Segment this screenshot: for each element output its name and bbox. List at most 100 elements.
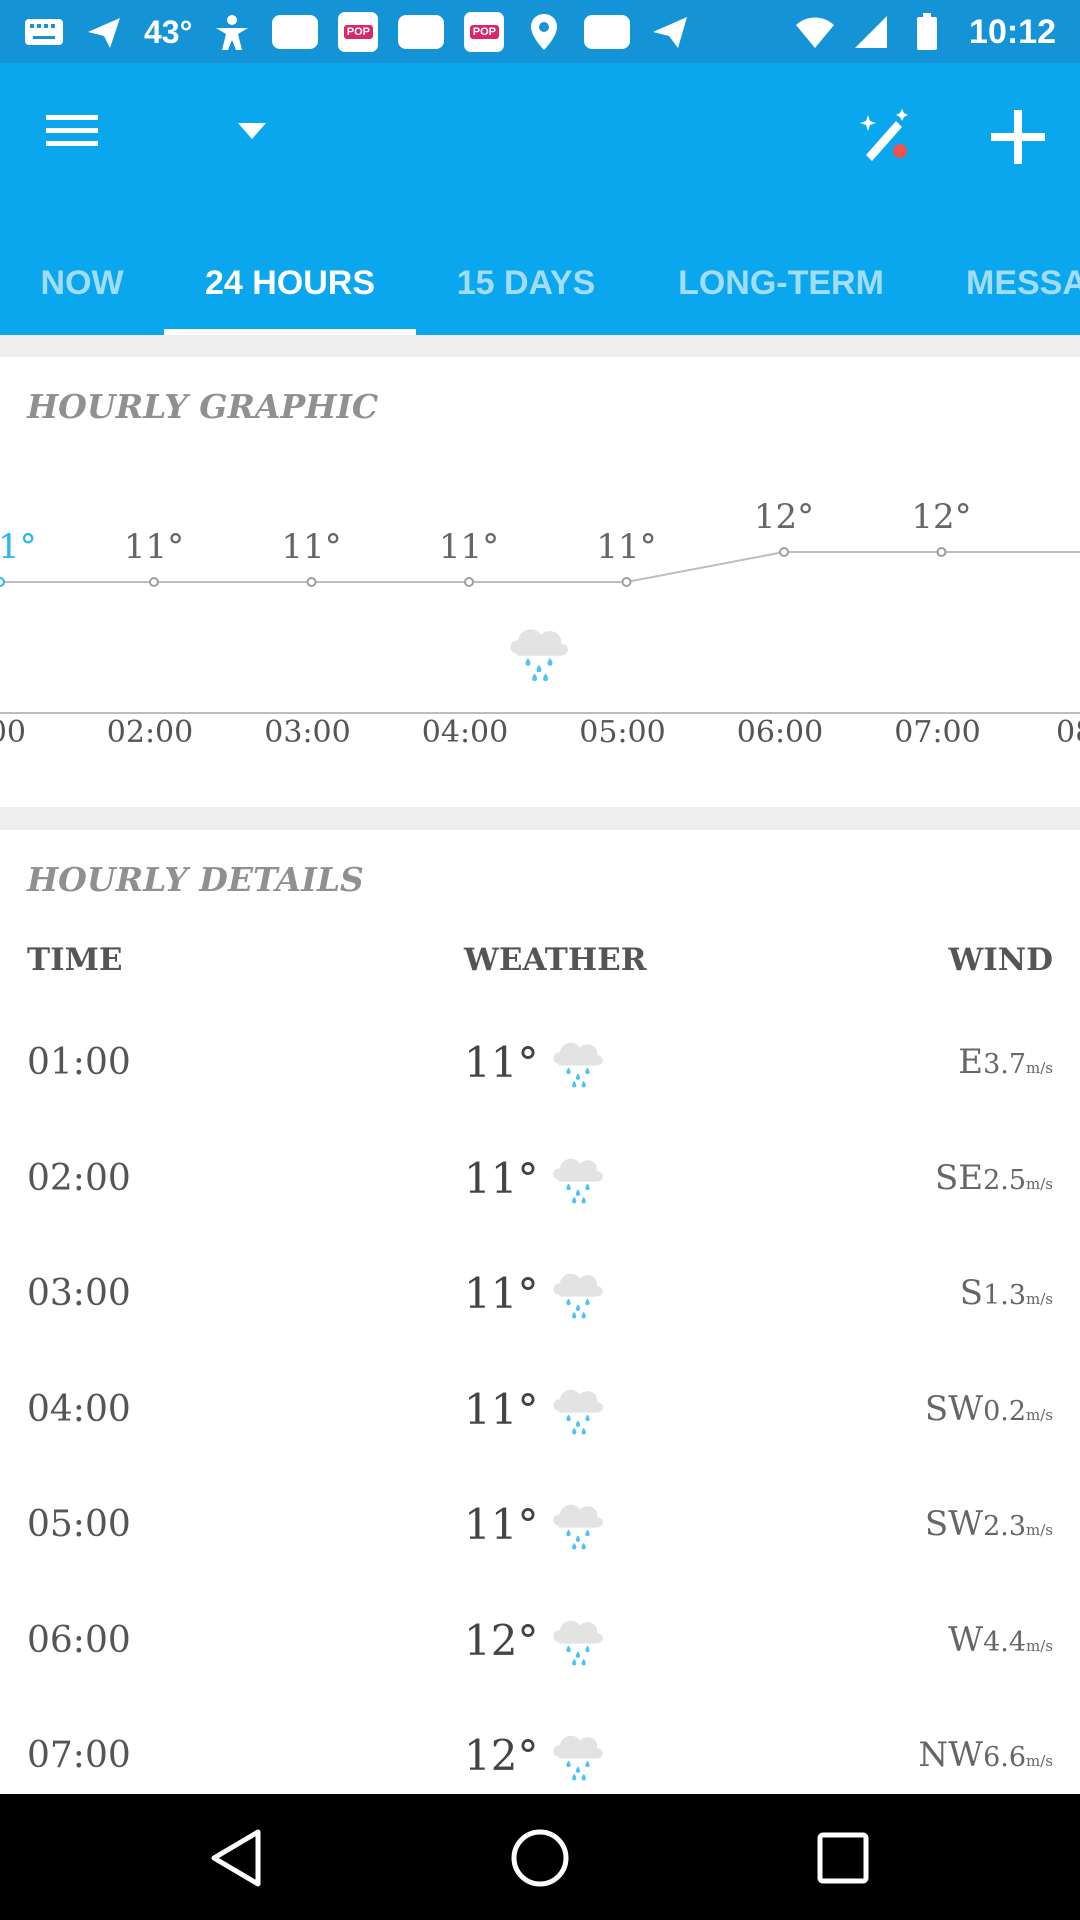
popcorn-app-icon: POP bbox=[338, 12, 379, 52]
recents-square-icon bbox=[817, 1832, 869, 1884]
keyboard-icon bbox=[24, 12, 64, 52]
row-wind: SE2.5m/s bbox=[935, 1158, 1053, 1198]
tab-messages[interactable]: MESSA bbox=[926, 231, 1080, 335]
rain-cloud-icon-wrapper bbox=[553, 1620, 603, 1665]
rain-cloud-icon-wrapper bbox=[553, 1735, 603, 1781]
row-time: 05:00 bbox=[27, 1504, 131, 1545]
tab-bar: NOW 24 HOURS 15 DAYS LONG-TERM MESSA bbox=[0, 231, 1080, 335]
box-icon bbox=[272, 15, 319, 49]
back-button[interactable] bbox=[196, 1818, 276, 1898]
tab-24-hours[interactable]: 24 HOURS bbox=[164, 231, 416, 335]
hourly-detail-row[interactable]: 07:00 12° NW6.6m/s bbox=[0, 1701, 1080, 1794]
wind-direction: E bbox=[958, 1042, 984, 1082]
row-temperature: 11° bbox=[464, 1038, 539, 1087]
wind-unit: m/s bbox=[1026, 1752, 1053, 1770]
wind-speed: 4.4 bbox=[983, 1626, 1027, 1658]
tab-long-term[interactable]: LONG-TERM bbox=[636, 231, 926, 335]
hourly-graphic-card[interactable]: HOURLY GRAPHIC 1°11°11°11°11°12°12° 0002… bbox=[0, 357, 1080, 807]
tab-15-days[interactable]: 15 DAYS bbox=[416, 231, 636, 335]
wind-column-header: WIND bbox=[948, 942, 1053, 978]
navigation-bar bbox=[0, 1794, 1080, 1920]
menu-button[interactable] bbox=[36, 95, 108, 167]
dropdown-arrow-icon bbox=[238, 123, 266, 139]
chart-point-label: 11° bbox=[124, 527, 184, 567]
chart-point-label: 1° bbox=[0, 527, 37, 567]
pop-label: POP bbox=[469, 25, 499, 39]
chart-point bbox=[779, 547, 789, 557]
wind-direction: SW bbox=[924, 1504, 984, 1544]
row-temperature: 11° bbox=[464, 1269, 539, 1318]
rain-cloud-icon-wrapper bbox=[553, 1504, 603, 1550]
row-temperature: 11° bbox=[464, 1153, 539, 1203]
row-temperature: 11° bbox=[464, 1500, 539, 1549]
chart-tick-label: 07:00 bbox=[894, 715, 980, 750]
signal-icon bbox=[851, 12, 891, 52]
row-time: 06:00 bbox=[27, 1619, 131, 1661]
wind-speed: 3.7 bbox=[983, 1049, 1027, 1080]
rain-cloud-icon-wrapper bbox=[553, 1389, 603, 1434]
status-temperature: 43° bbox=[144, 13, 193, 50]
box-icon bbox=[584, 15, 631, 49]
hourly-detail-row[interactable]: 05:00 11° SW2.3m/s bbox=[0, 1470, 1080, 1586]
rain-cloud-icon bbox=[553, 1042, 603, 1088]
send-icon bbox=[650, 12, 690, 52]
add-location-button[interactable] bbox=[980, 99, 1056, 175]
plane-icon bbox=[84, 12, 124, 52]
chart-point-label: 11° bbox=[281, 527, 341, 567]
home-button[interactable] bbox=[500, 1818, 580, 1898]
rain-cloud-icon bbox=[510, 629, 568, 682]
pop-label: POP bbox=[343, 25, 373, 39]
rain-cloud-icon bbox=[553, 1735, 603, 1781]
hourly-detail-row[interactable]: 03:00 11° S1.3m/s bbox=[0, 1239, 1080, 1355]
location-dropdown-button[interactable] bbox=[220, 103, 284, 159]
tab-now[interactable]: NOW bbox=[0, 231, 164, 335]
chart-point-label: 12° bbox=[911, 497, 971, 537]
wind-direction: W bbox=[948, 1619, 984, 1660]
row-wind: S1.3m/s bbox=[960, 1273, 1053, 1313]
chart-point bbox=[936, 547, 947, 557]
location-icon bbox=[524, 12, 564, 52]
rain-cloud-icon bbox=[553, 1504, 603, 1550]
wind-unit: m/s bbox=[1026, 1290, 1053, 1308]
hourly-detail-row[interactable]: 02:00 11° SE2.5m/s bbox=[0, 1124, 1080, 1240]
wind-unit: m/s bbox=[1026, 1521, 1053, 1539]
section-divider bbox=[0, 807, 1080, 830]
rain-cloud-icon bbox=[553, 1158, 603, 1203]
back-triangle-icon bbox=[211, 1829, 261, 1887]
hourly-detail-row[interactable]: 06:00 12° W4.4m/s bbox=[0, 1586, 1080, 1702]
chart-point bbox=[621, 577, 632, 587]
chart-tick-label: 03:00 bbox=[264, 715, 350, 750]
box-icon bbox=[398, 15, 445, 49]
row-wind: NW6.6m/s bbox=[918, 1735, 1053, 1775]
row-wind: SW0.2m/s bbox=[925, 1389, 1053, 1429]
rain-cloud-icon bbox=[553, 1620, 603, 1665]
row-time: 07:00 bbox=[27, 1735, 131, 1776]
battery-icon bbox=[907, 12, 947, 52]
app-bar: NOW 24 HOURS 15 DAYS LONG-TERM MESSA bbox=[0, 63, 1080, 335]
chart-point-label: 11° bbox=[596, 527, 656, 567]
wind-speed: 2.5 bbox=[983, 1164, 1027, 1196]
wind-unit: m/s bbox=[1026, 1636, 1053, 1655]
wind-unit: m/s bbox=[1026, 1059, 1053, 1077]
row-wind: SW2.3m/s bbox=[925, 1504, 1053, 1544]
wind-unit: m/s bbox=[1026, 1405, 1053, 1424]
chart-tick-label: 06:00 bbox=[737, 715, 823, 750]
row-wind: E3.7m/s bbox=[958, 1042, 1053, 1082]
wind-speed: 0.2 bbox=[983, 1395, 1027, 1427]
hourly-detail-row[interactable]: 04:00 11° SW0.2m/s bbox=[0, 1355, 1080, 1471]
hourly-detail-row[interactable]: 01:00 11° E3.7m/s bbox=[0, 1008, 1080, 1124]
magic-wand-button[interactable] bbox=[848, 99, 924, 175]
weather-column-header: WEATHER bbox=[464, 942, 647, 978]
row-temperature: 12° bbox=[464, 1615, 539, 1665]
hourly-details-title: HOURLY DETAILS bbox=[27, 860, 364, 899]
hamburger-menu-icon bbox=[46, 115, 98, 146]
wind-direction: S bbox=[959, 1273, 984, 1313]
wind-direction: SW bbox=[924, 1388, 984, 1429]
recents-button[interactable] bbox=[803, 1818, 883, 1898]
chart-point bbox=[0, 577, 5, 587]
chart-tick-label: 00 bbox=[0, 715, 26, 750]
rain-cloud-icon-wrapper bbox=[553, 1273, 603, 1319]
wind-speed: 2.3 bbox=[983, 1511, 1027, 1542]
rain-cloud-icon bbox=[553, 1389, 603, 1434]
rain-cloud-icon-wrapper bbox=[553, 1158, 603, 1203]
